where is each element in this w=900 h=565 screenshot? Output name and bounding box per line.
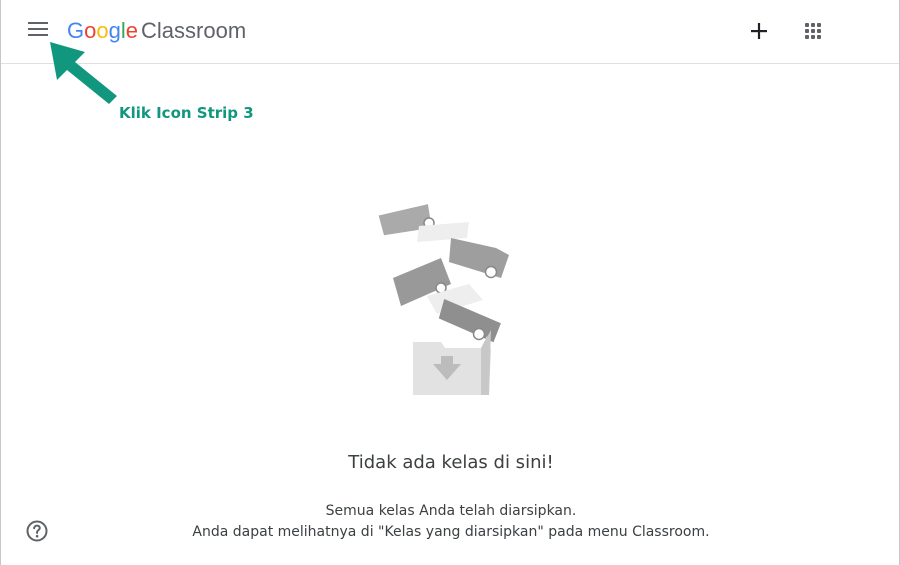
top-app-bar: Google Classroom: [1, 0, 899, 64]
logo-letter: e: [125, 18, 139, 43]
hamburger-menu-icon: [28, 22, 48, 36]
product-name: Classroom: [141, 18, 247, 43]
empty-state-title: Tidak ada kelas di sini!: [348, 452, 554, 473]
empty-state-line-1: Semua kelas Anda telah diarsipkan.: [325, 503, 577, 519]
add-class-button[interactable]: [743, 15, 775, 47]
annotation-label: Klik Icon Strip 3: [119, 104, 254, 122]
annotation-arrow-icon: [50, 42, 117, 104]
plus-icon: [751, 23, 767, 39]
help-circle-icon: [26, 520, 48, 542]
archived-classes-illustration: [378, 204, 509, 395]
empty-state-line-2: Anda dapat melihatnya di "Kelas yang dia…: [192, 524, 710, 540]
classroom-window: Google Classroom Klik Icon Strip 3 Tidak…: [0, 0, 900, 565]
google-apps-button[interactable]: [797, 15, 829, 47]
apps-grid-icon: [805, 23, 821, 39]
empty-state-description: Semua kelas Anda telah diarsipkan. Anda …: [1, 501, 899, 543]
help-button[interactable]: [25, 519, 49, 543]
